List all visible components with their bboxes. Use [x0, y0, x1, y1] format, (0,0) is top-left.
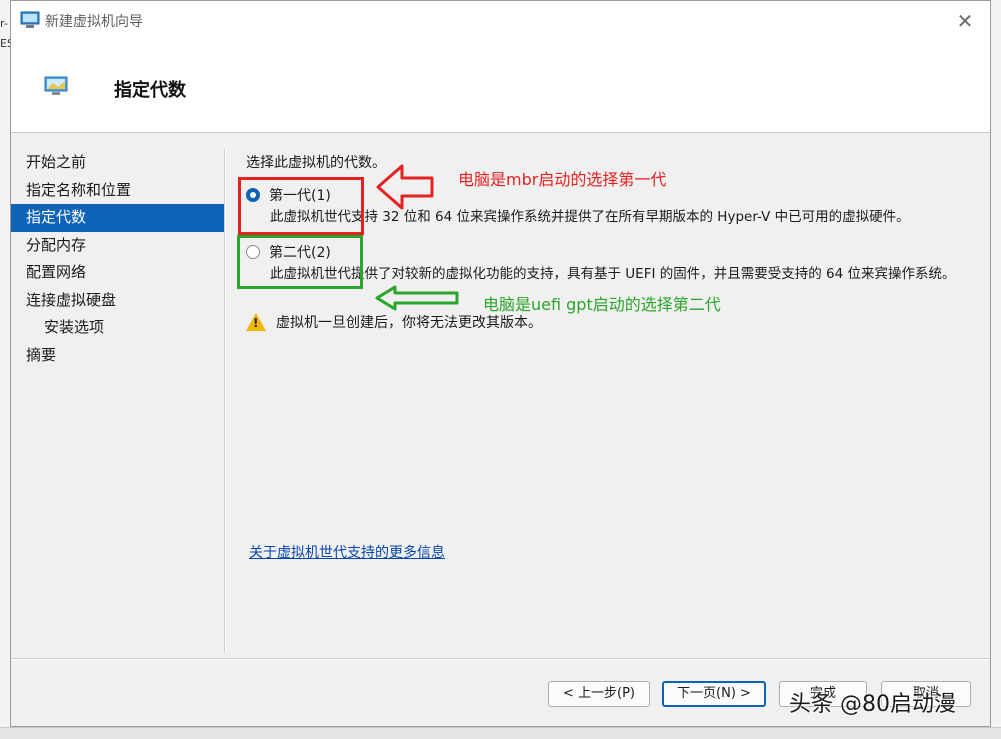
watermark: 头条 @80启动漫 [789, 692, 956, 717]
warning-text: 虚拟机一旦创建后，你将无法更改其版本。 [276, 315, 542, 331]
close-icon[interactable]: ✕ [952, 8, 978, 34]
annotation-red-text: 电脑是mbr启动的选择第一代 [458, 170, 667, 189]
wizard-header: 指定代数 [11, 41, 990, 133]
previous-button[interactable]: < 上一步(P) [548, 681, 650, 707]
title-bar[interactable]: 新建虚拟机向导 ✕ [11, 1, 990, 41]
nav-item-networking[interactable]: 配置网络 [11, 259, 224, 287]
annotation-red-box [238, 177, 364, 235]
window-title: 新建虚拟机向导 [45, 14, 143, 30]
background-fragment: r- [0, 17, 8, 30]
nav-item-name-and-location[interactable]: 指定名称和位置 [11, 177, 224, 205]
nav-item-virtual-disk[interactable]: 连接虚拟硬盘 [11, 287, 224, 315]
warning-icon: ! [246, 313, 266, 331]
more-info-link[interactable]: 关于虚拟机世代支持的更多信息 [249, 542, 445, 562]
generation-1-description: 此虚拟机世代支持 32 位和 64 位来宾操作系统并提供了在所有早期版本的 Hy… [270, 209, 910, 225]
nav-item-before-you-begin[interactable]: 开始之前 [11, 149, 224, 177]
footer-divider [11, 658, 990, 659]
background-app-bottom [0, 727, 1001, 739]
background-app-right [991, 0, 1001, 738]
nav-item-summary[interactable]: 摘要 [11, 342, 224, 370]
red-arrow-icon [376, 164, 434, 210]
hyperv-app-icon [20, 11, 40, 28]
green-arrow-icon [375, 285, 459, 311]
new-vm-wizard-window: 新建虚拟机向导 ✕ 指定代数 开始之前 指定名称和位置 指定代数 分配内存 配置… [10, 0, 991, 727]
page-title: 指定代数 [114, 80, 186, 101]
next-button[interactable]: 下一页(N) > [662, 681, 766, 707]
generation-2-description: 此虚拟机世代提供了对较新的虚拟化功能的支持，具有基于 UEFI 的固件，并且需要… [270, 266, 956, 282]
version-warning: ! 虚拟机一旦创建后，你将无法更改其版本。 [246, 312, 542, 332]
nav-item-install-options[interactable]: 安装选项 [11, 314, 224, 342]
monitor-icon [44, 76, 68, 95]
nav-item-memory[interactable]: 分配内存 [11, 232, 224, 260]
annotation-green-box [237, 235, 363, 289]
wizard-steps-nav: 开始之前 指定名称和位置 指定代数 分配内存 配置网络 连接虚拟硬盘 安装选项 … [11, 149, 224, 369]
generation-prompt: 选择此虚拟机的代数。 [246, 155, 386, 171]
nav-item-generation[interactable]: 指定代数 [11, 204, 224, 232]
nav-divider [224, 149, 225, 654]
annotation-green-text: 电脑是uefi gpt启动的选择第二代 [483, 295, 721, 314]
